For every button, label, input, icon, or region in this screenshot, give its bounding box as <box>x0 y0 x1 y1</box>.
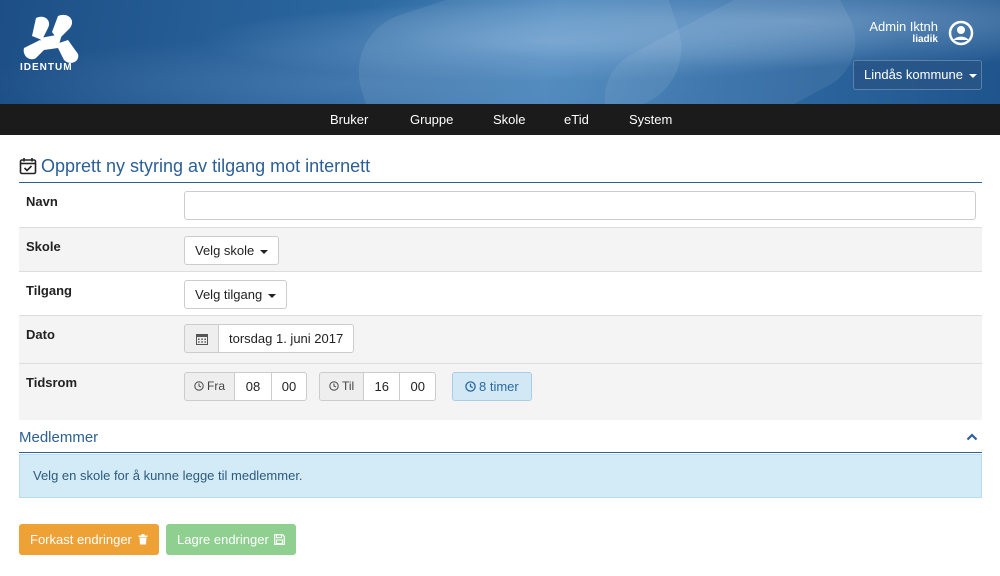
identum-logo-icon[interactable] <box>18 10 88 70</box>
calendar-icon <box>195 333 208 345</box>
nav-item-system[interactable]: System <box>629 104 672 135</box>
access-label: Tilgang <box>26 283 72 298</box>
caret-down-icon <box>268 293 277 298</box>
calendar-check-icon <box>19 158 37 175</box>
to-label: Til <box>342 379 355 393</box>
user-name: Admin Iktnh <box>869 19 938 34</box>
access-select[interactable]: Velg tilgang <box>184 280 288 309</box>
user-login: liadik <box>912 34 938 45</box>
from-time: Fra 08 00 <box>184 372 307 401</box>
form-row-name: Navn <box>19 183 982 228</box>
access-select-value: Velg tilgang <box>195 287 263 302</box>
date-label: Dato <box>26 327 55 342</box>
discard-label: Forkast endringer <box>30 532 132 547</box>
duration-badge: 8 timer <box>452 372 532 401</box>
to-minute-input[interactable]: 00 <box>400 372 437 401</box>
members-section-header[interactable]: Medlemmer <box>19 426 982 453</box>
school-label: Skole <box>26 239 61 254</box>
trash-icon <box>138 534 148 545</box>
name-label: Navn <box>26 194 58 209</box>
save-changes-button[interactable]: Lagre endringer <box>166 524 297 555</box>
clock-icon <box>194 381 204 391</box>
form-row-date: Dato torsdag 1. juni 2017 <box>19 316 982 364</box>
form-row-access: Tilgang Velg tilgang <box>19 272 982 316</box>
members-info-alert: Velg en skole for å kunne legge til medl… <box>19 454 982 498</box>
discard-changes-button[interactable]: Forkast endringer <box>19 524 159 555</box>
date-value[interactable]: torsdag 1. juni 2017 <box>219 324 355 353</box>
time-label: Tidsrom <box>26 375 78 390</box>
school-select[interactable]: Velg skole <box>184 236 280 265</box>
from-hour-input[interactable]: 08 <box>235 372 272 401</box>
chevron-up-icon[interactable] <box>966 432 978 442</box>
nav-item-bruker[interactable]: Bruker <box>330 104 368 135</box>
duration-text: 8 timer <box>479 379 519 394</box>
from-addon: Fra <box>184 372 235 401</box>
date-picker[interactable]: torsdag 1. juni 2017 <box>184 324 355 353</box>
kommune-label: Lindås kommune <box>864 67 963 82</box>
floppy-disk-icon <box>274 534 286 545</box>
page-title: Opprett ny styring av tilgang mot intern… <box>19 155 370 177</box>
from-minute-input[interactable]: 00 <box>272 372 307 401</box>
from-label: Fra <box>207 379 225 393</box>
to-time: Til 16 00 <box>319 372 437 401</box>
form-row-time: Tidsrom Fra 08 00 Til 16 00 8 timer <box>19 364 982 420</box>
main-nav: Bruker Gruppe Skole eTid System <box>0 104 1000 135</box>
clock-icon <box>465 381 476 392</box>
logo-text: IDENTUM <box>20 62 73 73</box>
caret-down-icon <box>969 73 977 78</box>
nav-item-gruppe[interactable]: Gruppe <box>410 104 453 135</box>
clock-icon <box>329 381 339 391</box>
kommune-dropdown[interactable]: Lindås kommune <box>853 60 982 90</box>
date-picker-button[interactable] <box>184 324 219 353</box>
form-row-school: Skole Velg skole <box>19 228 982 272</box>
nav-item-skole[interactable]: Skole <box>493 104 526 135</box>
nav-item-etid[interactable]: eTid <box>564 104 589 135</box>
members-title: Medlemmer <box>19 429 99 446</box>
user-menu[interactable]: Admin Iktnh liadik <box>869 19 974 46</box>
save-label: Lagre endringer <box>177 532 269 547</box>
to-addon: Til <box>319 372 365 401</box>
name-input[interactable] <box>184 191 976 220</box>
header-banner: IDENTUM Admin Iktnh liadik Lindås kommun… <box>0 0 1000 104</box>
user-avatar-icon[interactable] <box>948 20 974 46</box>
school-select-value: Velg skole <box>195 243 255 258</box>
caret-down-icon <box>260 249 269 254</box>
to-hour-input[interactable]: 16 <box>364 372 401 401</box>
page-title-text: Opprett ny styring av tilgang mot intern… <box>41 156 371 176</box>
